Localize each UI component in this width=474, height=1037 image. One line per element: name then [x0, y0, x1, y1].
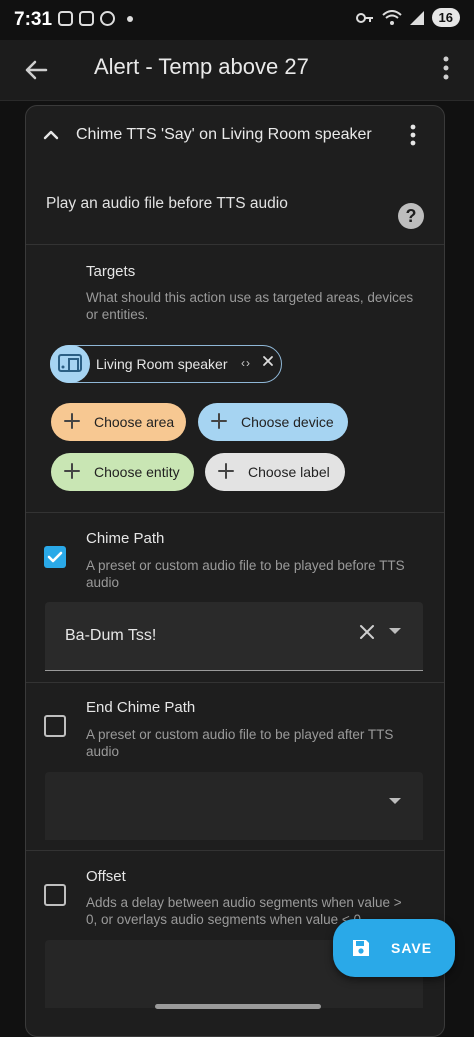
choose-entity-label: Choose entity	[94, 464, 180, 480]
targets-title: Targets	[86, 263, 136, 280]
dropdown-arrow-icon[interactable]	[389, 798, 401, 804]
chime-path-value: Ba-Dum Tss!	[65, 627, 157, 644]
choose-label-button[interactable]: Choose label	[205, 453, 345, 491]
target-chip-label: Living Room speaker	[96, 356, 228, 372]
offset-title: Offset	[86, 868, 126, 885]
target-chip-living-room-speaker[interactable]: Living Room speaker ‹›	[50, 345, 282, 383]
code-icon[interactable]: ‹›	[241, 356, 251, 370]
end-chime-path-checkbox[interactable]	[44, 715, 66, 737]
offset-checkbox[interactable]	[44, 884, 66, 906]
gesture-bar	[155, 1004, 321, 1009]
choose-area-label: Choose area	[94, 414, 175, 430]
checkmark-icon	[47, 551, 63, 563]
status-bar: 7:31 16	[0, 0, 474, 40]
save-button[interactable]: SAVE	[333, 919, 455, 977]
app-bar: Alert - Temp above 27	[0, 40, 474, 101]
chime-path-checkbox[interactable]	[44, 546, 66, 568]
floppy-disk-icon	[353, 940, 369, 956]
more-notifications-icon	[127, 15, 133, 22]
card-more-vert-icon[interactable]	[410, 124, 416, 146]
plus-icon	[211, 413, 227, 429]
messenger-icon	[100, 11, 115, 26]
save-label: SAVE	[391, 940, 433, 956]
notification-icons	[58, 11, 133, 26]
remove-target-icon[interactable]	[261, 354, 275, 368]
status-time: 7:31	[14, 9, 53, 30]
choose-label-label: Choose label	[248, 464, 330, 480]
key-icon	[355, 12, 373, 23]
signal-icon	[409, 10, 424, 25]
screenshot-icon	[58, 11, 73, 26]
end-chime-path-select[interactable]	[45, 772, 423, 840]
wifi-icon	[381, 9, 402, 25]
choose-area-button[interactable]: Choose area	[51, 403, 186, 441]
card-header[interactable]: Chime TTS 'Say' on Living Room speaker	[26, 106, 444, 166]
speaker-device-icon	[50, 345, 90, 383]
divider	[26, 850, 444, 851]
chevron-up-icon[interactable]	[42, 126, 60, 144]
help-icon[interactable]: ?	[398, 203, 424, 229]
battery-indicator: 16	[431, 8, 460, 27]
plus-icon	[64, 413, 80, 429]
plus-icon	[218, 463, 234, 479]
action-description: Play an audio file before TTS audio	[46, 195, 288, 212]
chime-path-title: Chime Path	[86, 530, 165, 547]
plus-icon	[64, 463, 80, 479]
chime-path-select[interactable]: Ba-Dum Tss!	[45, 602, 423, 671]
chime-path-subtitle: A preset or custom audio file to be play…	[86, 558, 405, 590]
choose-device-label: Choose device	[241, 414, 334, 430]
clear-icon[interactable]	[359, 624, 375, 640]
choose-device-button[interactable]: Choose device	[198, 403, 348, 441]
divider	[26, 682, 444, 683]
page-title: Alert - Temp above 27	[94, 54, 309, 79]
divider	[26, 512, 444, 513]
action-card: Chime TTS 'Say' on Living Room speaker P…	[25, 105, 445, 1037]
end-chime-path-subtitle: A preset or custom audio file to be play…	[86, 727, 394, 759]
back-arrow-icon[interactable]	[20, 54, 52, 86]
system-icons: 16	[355, 8, 460, 27]
choose-entity-button[interactable]: Choose entity	[51, 453, 194, 491]
dropdown-arrow-icon[interactable]	[389, 628, 401, 634]
instagram-icon	[79, 11, 94, 26]
divider	[26, 244, 444, 245]
more-vert-icon[interactable]	[442, 56, 450, 80]
card-title: Chime TTS 'Say' on Living Room speaker	[76, 126, 372, 143]
targets-subtitle: What should this action use as targeted …	[86, 290, 414, 322]
end-chime-path-title: End Chime Path	[86, 699, 196, 716]
